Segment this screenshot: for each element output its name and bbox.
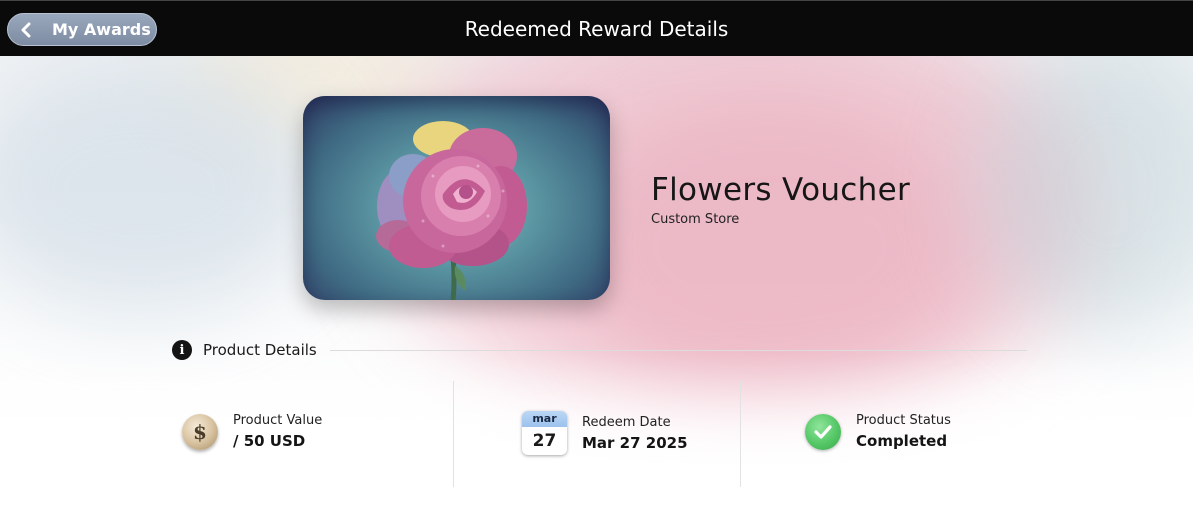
product-title: Flowers Voucher	[651, 172, 911, 208]
check-circle-icon	[805, 413, 841, 450]
section-title: Product Details	[203, 341, 317, 359]
redeem-date-text: Mar 27 2025	[582, 433, 688, 452]
page-title: Redeemed Reward Details	[464, 17, 729, 41]
product-status-text: Completed	[856, 432, 948, 450]
product-status-label: Product Status	[856, 413, 951, 428]
calendar-day: 27	[532, 431, 557, 451]
calendar-month: mar	[522, 411, 567, 427]
product-value-text: / 50 USD	[233, 432, 306, 450]
product-details-header: i Product Details	[172, 340, 317, 360]
product-status: Product Status Completed	[805, 413, 951, 450]
redeem-date-label: Redeem Date	[582, 414, 671, 430]
info-icon: i	[172, 340, 192, 360]
calendar-icon: mar 27	[522, 411, 567, 455]
product-store: Custom Store	[651, 212, 740, 227]
column-divider	[740, 381, 741, 487]
product-value: $ Product Value / 50 USD	[182, 413, 322, 450]
rose-image	[376, 121, 527, 300]
dollar-coin-icon: $	[182, 413, 218, 450]
product-value-label: Product Value	[233, 413, 323, 428]
redeem-date: mar 27 Redeem Date Mar 27 2025	[522, 411, 688, 455]
reward-image	[303, 96, 610, 300]
column-divider	[453, 381, 454, 487]
top-bar: My Awards Redeemed Reward Details	[0, 0, 1193, 56]
section-divider	[330, 350, 1027, 351]
product-heading: Flowers Voucher Custom Store	[651, 172, 910, 227]
